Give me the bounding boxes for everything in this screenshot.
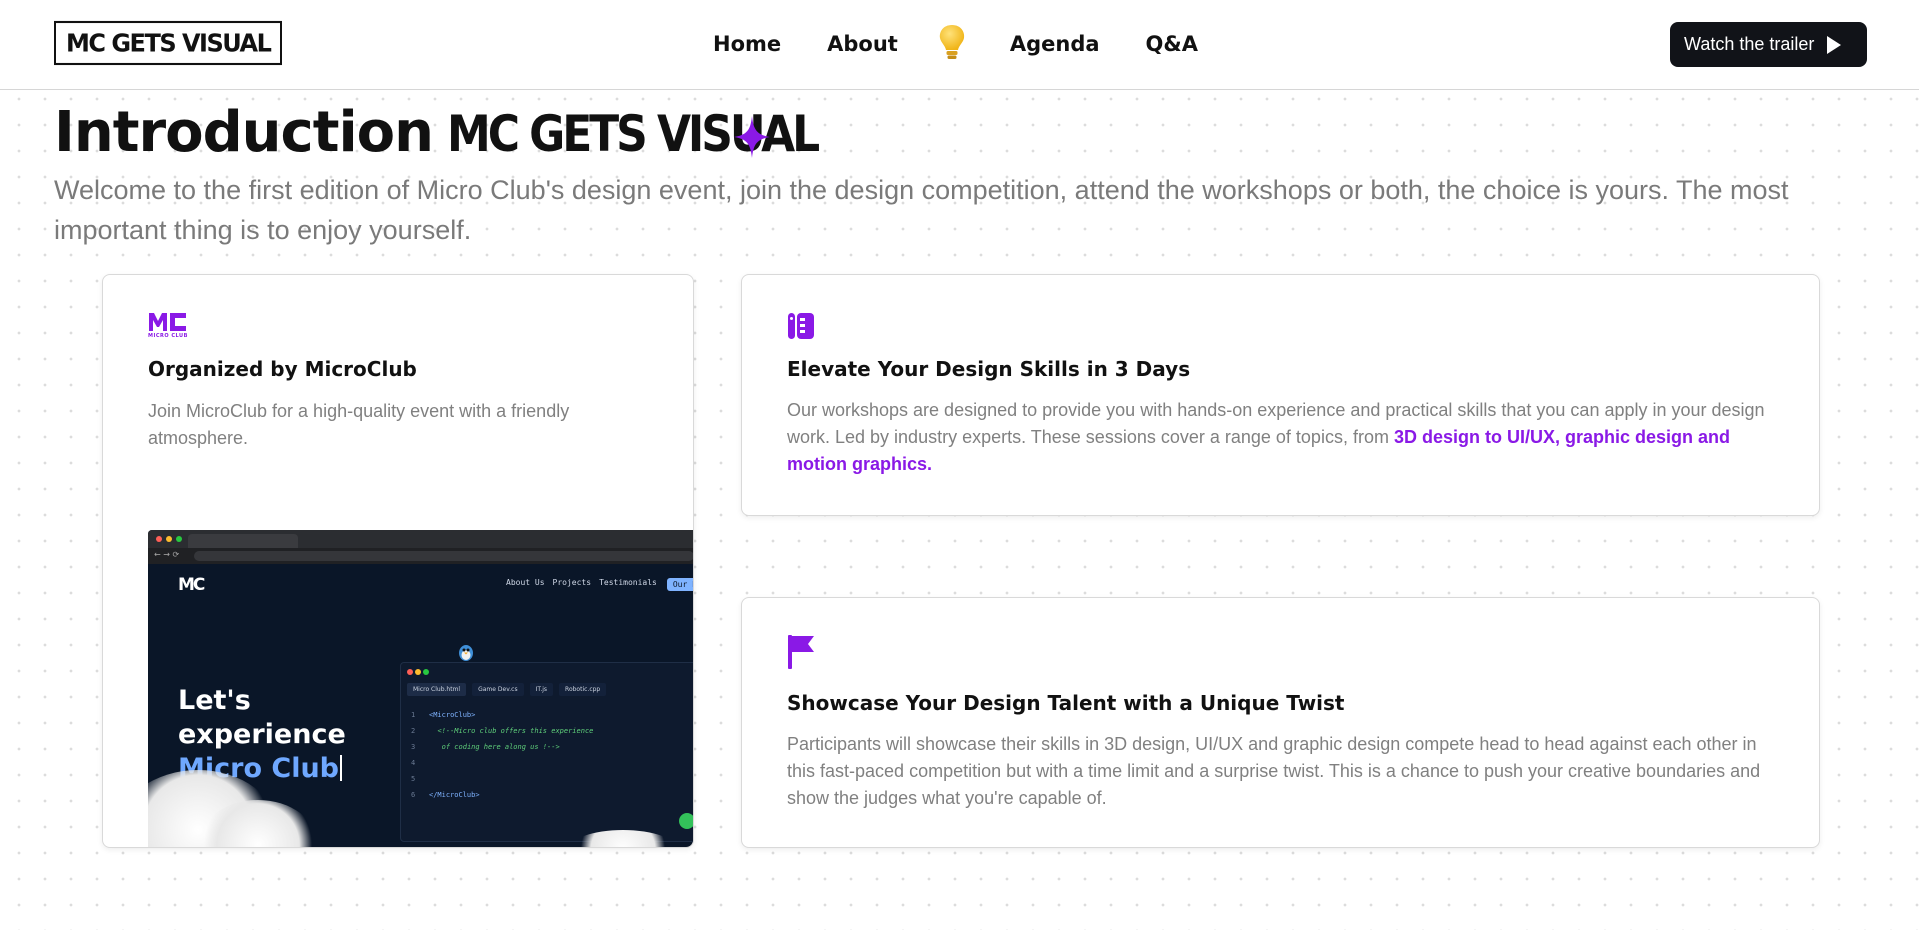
nav-agenda-link[interactable]: Agenda: [1010, 32, 1100, 56]
text-cursor: [340, 755, 343, 781]
screenshot-menu: About Us Projects Testimonials Our Even: [506, 578, 693, 591]
editor-close-dot: [407, 669, 413, 675]
site-logo[interactable]: MC GETS VISUAL: [54, 20, 283, 66]
browser-maximize-dot: [176, 536, 182, 542]
competition-card: Showcase Your Design Talent with a Uniqu…: [741, 597, 1820, 848]
browser-minimize-dot: [166, 536, 172, 542]
code-line: 4: [411, 759, 416, 767]
nav-about-link[interactable]: About: [827, 32, 898, 56]
editor-tab: Game Dev.cs: [472, 683, 524, 696]
navbar: MC GETS VISUAL Home About Agenda Q&A Wat…: [0, 0, 1919, 90]
editor-minimize-dot: [415, 669, 421, 675]
nav-home-link[interactable]: Home: [713, 32, 781, 56]
screenshot-menu-item: Projects: [552, 578, 592, 587]
intro-heading-word: Introduction: [54, 100, 434, 165]
browser-address-field: [194, 551, 693, 561]
code-line: 5: [411, 775, 416, 783]
code-line: 2 <!--Micro club offers this experience: [411, 727, 594, 735]
screenshot-menu-item: Testimonials: [599, 578, 657, 587]
robot-mascot-icon: [459, 645, 473, 661]
watch-trailer-button[interactable]: Watch the trailer: [1670, 22, 1867, 67]
code-lines: 1 <MicroClub> 2 <!--Micro club offers thi…: [411, 707, 593, 803]
lightbulb-icon[interactable]: [934, 22, 970, 62]
editor-tab: Robotic.cpp: [559, 683, 607, 696]
screenshot-logo: MC: [178, 575, 205, 595]
flag-icon: [788, 635, 814, 669]
browser-close-dot: [156, 536, 162, 542]
code-line: 1 <MicroClub>: [411, 711, 476, 719]
organized-by-card: MICRO CLUB Organized by MicroClub Join M…: [102, 274, 694, 848]
competition-text: Participants will showcase their skills …: [787, 734, 1761, 808]
watch-trailer-label: Watch the trailer: [1684, 34, 1815, 54]
main-nav: Home About Agenda Q&A: [713, 25, 1198, 62]
microclub-logo-caption: MICRO CLUB: [148, 333, 188, 339]
sparkle-icon: [734, 116, 770, 158]
organized-by-text: Join MicroClub for a high-quality event …: [148, 401, 570, 448]
editor-maximize-dot: [423, 669, 429, 675]
screenshot-menu-item: About Us: [506, 578, 545, 587]
code-editor-window: Micro Club.html Game Dev.cs IT.js Roboti…: [400, 662, 693, 842]
workshops-title: Elevate Your Design Skills in 3 Days: [787, 357, 1191, 381]
workshops-card: Elevate Your Design Skills in 3 Days Our…: [741, 274, 1820, 516]
nav-qa-link[interactable]: Q&A: [1146, 32, 1198, 56]
screenshot-menu-button: Our Even: [666, 578, 693, 591]
microclub-website-screenshot: ← → ⟳ MC About Us Projects Testimonials …: [148, 530, 693, 847]
code-line: 3 of coding here along us !-->: [411, 743, 560, 751]
organized-by-title: Organized by MicroClub: [148, 357, 417, 381]
site-logo-text: MC GETS VISUAL: [66, 28, 272, 58]
editor-tab: IT.js: [529, 683, 554, 696]
save-icon: [679, 813, 693, 829]
play-icon: [1827, 35, 1842, 54]
browser-nav-arrows-icon: ← → ⟳: [154, 550, 180, 559]
competition-title: Showcase Your Design Talent with a Uniqu…: [787, 691, 1345, 715]
editor-tabs: Micro Club.html Game Dev.cs IT.js Roboti…: [407, 683, 607, 696]
editor-tab: Micro Club.html: [407, 683, 467, 696]
intro-description: Welcome to the first edition of Micro Cl…: [54, 175, 1789, 245]
workshops-text: Our workshops are designed to provide yo…: [787, 400, 1765, 474]
browser-tab: [188, 534, 298, 548]
code-line: 6 </MicroClub>: [411, 791, 480, 799]
sketchbook-icon: [788, 313, 814, 339]
